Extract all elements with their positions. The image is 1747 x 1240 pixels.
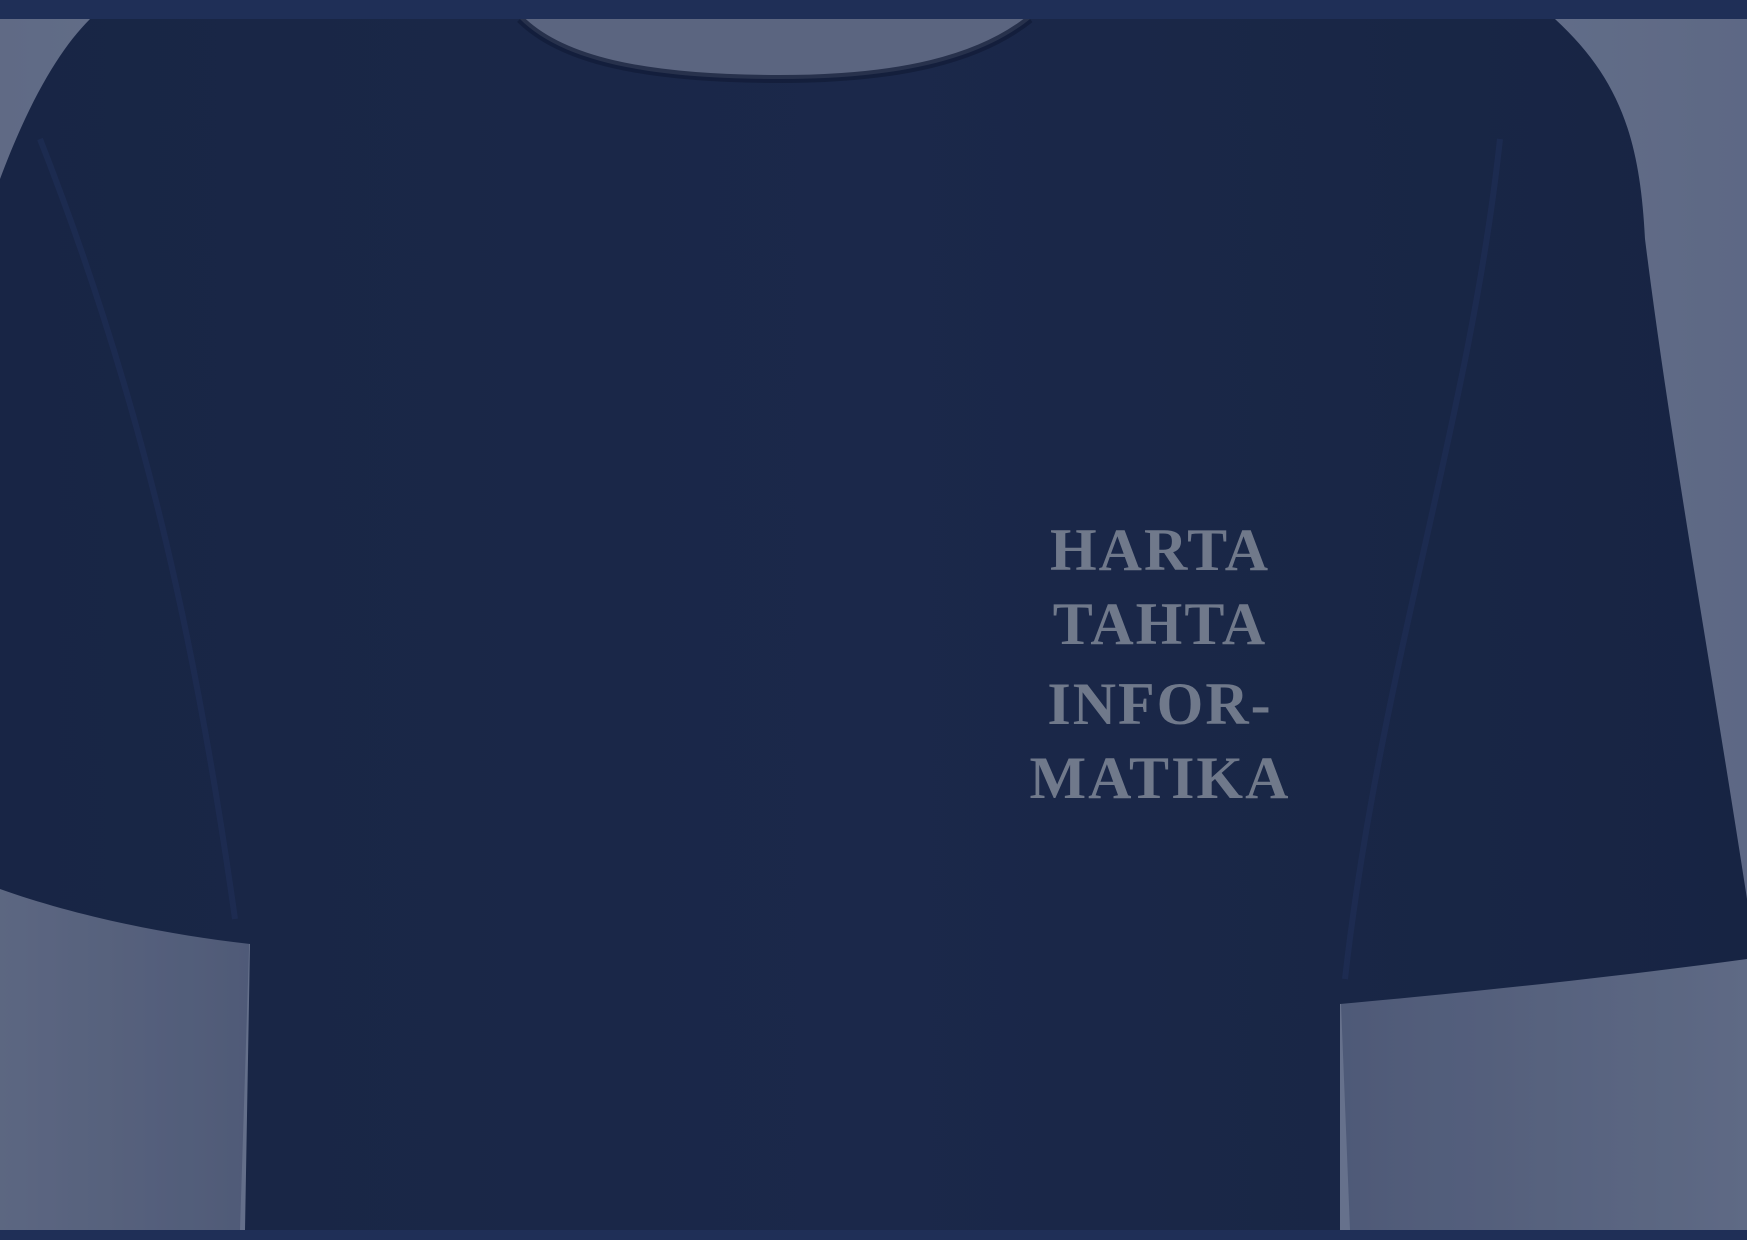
shirt-print: HARTA TAHTA INFOR- MATIKA (1010, 513, 1310, 815)
tshirt-photo: HARTA TAHTA INFOR- MATIKA (0, 19, 1747, 1230)
photo-illustration (0, 19, 1747, 1230)
image-frame: HARTA TAHTA INFOR- MATIKA (0, 0, 1747, 1240)
print-line-3: INFOR- (1047, 671, 1273, 737)
bottom-border (0, 1230, 1747, 1240)
top-border (0, 0, 1747, 19)
print-line-2: TAHTA (1052, 591, 1268, 657)
print-line-4: MATIKA (1029, 745, 1291, 811)
print-line-1: HARTA (1049, 517, 1271, 583)
